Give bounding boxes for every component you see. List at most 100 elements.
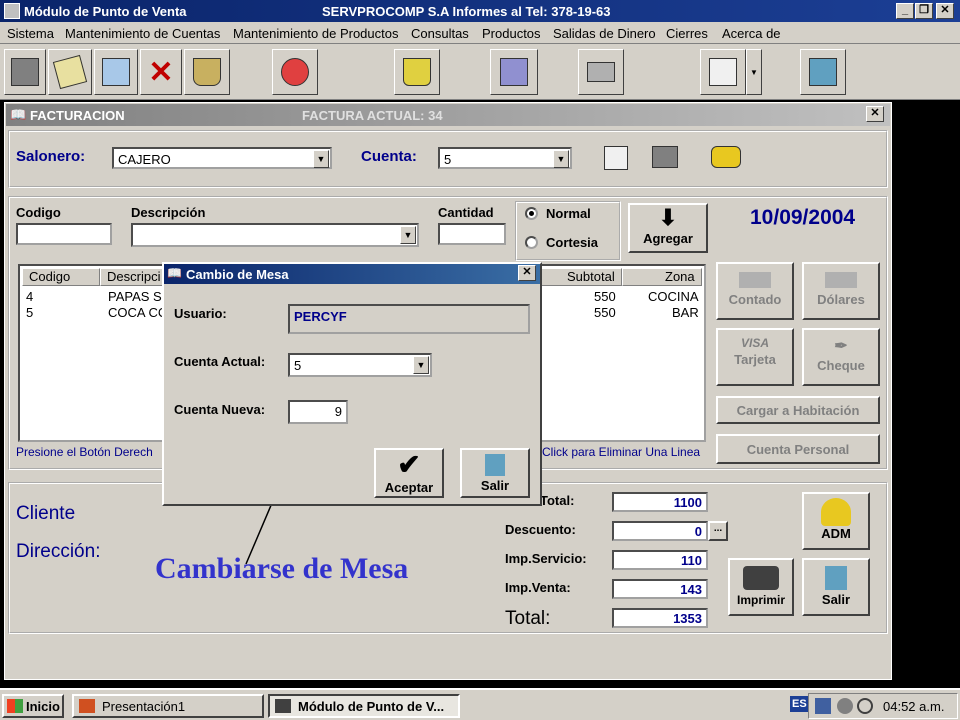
app-icon (4, 3, 20, 19)
dialog-close-button[interactable]: ✕ (518, 265, 536, 281)
antivirus-icon[interactable] (837, 698, 853, 714)
toolbar-game-button[interactable] (272, 49, 318, 95)
notebook-icon (500, 58, 528, 86)
contado-button[interactable]: Contado (716, 262, 794, 320)
dialog-salir-button[interactable]: Salir (460, 448, 530, 498)
aceptar-button[interactable]: ✔ Aceptar (374, 448, 444, 498)
toolbar-calculator-button[interactable] (700, 49, 746, 95)
descuento-field[interactable]: 0 (612, 521, 708, 541)
clock-icon[interactable] (857, 698, 873, 714)
menu-cierres[interactable]: Cierres (666, 26, 708, 41)
dialog-title-bar[interactable]: 📖 Cambio de Mesa ✕ (164, 264, 540, 284)
phone-icon (711, 146, 741, 168)
form-title-bar: 📖 FACTURACION FACTURA ACTUAL: 34 ✕ (6, 104, 890, 126)
book-icon: 📖 (10, 107, 27, 122)
cuenta-personal-button[interactable]: Cuenta Personal (716, 434, 880, 464)
menu-mantenimiento-cuentas[interactable]: Mantenimiento de Cuentas (65, 26, 220, 41)
grid-header-codigo[interactable]: Codigo (22, 268, 100, 286)
venta-label: Imp.Venta: (505, 580, 571, 595)
toolbar-delete-button[interactable]: ✕ (140, 49, 182, 95)
pen-icon: ✒ (834, 338, 848, 355)
adm-label: ADM (821, 526, 851, 541)
window-title: Módulo de Punto de Venta (24, 4, 187, 19)
normal-radio[interactable] (525, 207, 538, 220)
form-close-button[interactable]: ✕ (866, 106, 884, 122)
grid-header-subtotal[interactable]: Subtotal (540, 268, 622, 286)
register-icon (11, 58, 39, 86)
descuento-more-button[interactable]: ... (708, 521, 728, 541)
codigo-input[interactable] (16, 223, 112, 245)
toolbar: ✕ ▼ (0, 44, 960, 100)
maximize-button[interactable]: ❐ (915, 3, 933, 19)
salonero-value: CAJERO (118, 152, 171, 167)
taskbar-punto-venta[interactable]: Módulo de Punto de V... (268, 694, 460, 718)
language-indicator[interactable]: ES (790, 696, 809, 712)
adm-button[interactable]: ADM (802, 492, 870, 550)
card-icon (739, 272, 771, 288)
menu-salidas-dinero[interactable]: Salidas de Dinero (553, 26, 656, 41)
clock[interactable]: 04:52 a.m. (883, 699, 944, 714)
chevron-down-icon[interactable]: ▼ (313, 150, 329, 168)
direccion-label: Dirección: (16, 541, 101, 562)
toolbar-signature-button[interactable] (94, 49, 138, 95)
tarjeta-label: Tarjeta (734, 352, 776, 367)
cuenta-nueva-input[interactable]: 9 (288, 400, 348, 424)
usuario-value: PERCYF (294, 309, 347, 324)
exit-icon (485, 454, 505, 476)
arrow-down-icon: ⬇ (658, 205, 678, 230)
row2-codigo: 5 (26, 305, 34, 320)
salonero-select[interactable]: CAJERO ▼ (112, 147, 332, 169)
descripcion-select[interactable]: ▼ (131, 223, 419, 247)
chevron-down-icon[interactable]: ▼ (553, 150, 569, 168)
keys-icon (821, 498, 851, 526)
toolbar-printer-button[interactable] (578, 49, 624, 95)
toolbar-trash-button[interactable] (394, 49, 440, 95)
windows-logo-icon (7, 699, 23, 713)
form-title: FACTURACION (30, 108, 125, 123)
menu-sistema[interactable]: Sistema (7, 26, 54, 41)
menu-acerca-de[interactable]: Acerca de (722, 26, 781, 41)
toolbar-exit-button[interactable] (800, 49, 846, 95)
window-title-bar[interactable]: Módulo de Punto de Venta SERVPROCOMP S.A… (0, 0, 960, 22)
close-button[interactable]: ✕ (936, 3, 954, 19)
agregar-button[interactable]: ⬇ Agregar (628, 203, 708, 253)
cortesia-radio[interactable] (525, 236, 538, 249)
menu-consultas[interactable]: Consultas (411, 26, 469, 41)
dialog-salir-label: Salir (480, 478, 510, 493)
cantidad-label: Cantidad (438, 205, 494, 220)
subtotal-field: 1100 (612, 492, 708, 512)
toolbar-register-button[interactable] (4, 49, 46, 95)
tarjeta-button[interactable]: VISA Tarjeta (716, 328, 794, 386)
phone-button[interactable] (706, 146, 746, 176)
network-icon[interactable] (815, 698, 831, 714)
taskbar-presentacion[interactable]: Presentación1 (72, 694, 264, 718)
salir-label: Salir (821, 592, 851, 607)
toolbar-dropdown-button[interactable]: ▼ (746, 49, 762, 95)
chevron-down-icon[interactable]: ▼ (413, 356, 429, 374)
grid-header-descripcion[interactable]: Descripci (100, 268, 164, 286)
toolbar-basket-button[interactable] (184, 49, 230, 95)
cuenta-nueva-value: 9 (334, 404, 342, 419)
cliente-label: Cliente (16, 503, 76, 524)
dolares-button[interactable]: Dólares (802, 262, 880, 320)
powerpoint-icon (79, 699, 95, 713)
register-small-button[interactable] (648, 146, 682, 176)
notes-button[interactable] (600, 146, 632, 176)
toolbar-edit-button[interactable] (48, 49, 92, 95)
imprimir-button[interactable]: Imprimir (728, 558, 794, 616)
minimize-button[interactable]: _ (896, 3, 914, 19)
printer-icon (587, 62, 615, 82)
grid-header-zona[interactable]: Zona (622, 268, 702, 286)
chevron-down-icon[interactable]: ▼ (400, 226, 416, 244)
salir-button[interactable]: Salir (802, 558, 870, 616)
task1-label: Presentación1 (102, 699, 186, 714)
cuenta-select[interactable]: 5 ▼ (438, 147, 572, 169)
cargar-habitacion-button[interactable]: Cargar a Habitación (716, 396, 880, 424)
menu-productos[interactable]: Productos (482, 26, 541, 41)
cuenta-actual-select[interactable]: 5 ▼ (288, 353, 432, 377)
cheque-button[interactable]: ✒ Cheque (802, 328, 880, 386)
toolbar-notebook-button[interactable] (490, 49, 538, 95)
menu-mantenimiento-productos[interactable]: Mantenimiento de Productos (233, 26, 398, 41)
start-button[interactable]: Inicio (2, 694, 64, 718)
cantidad-input[interactable] (438, 223, 506, 245)
